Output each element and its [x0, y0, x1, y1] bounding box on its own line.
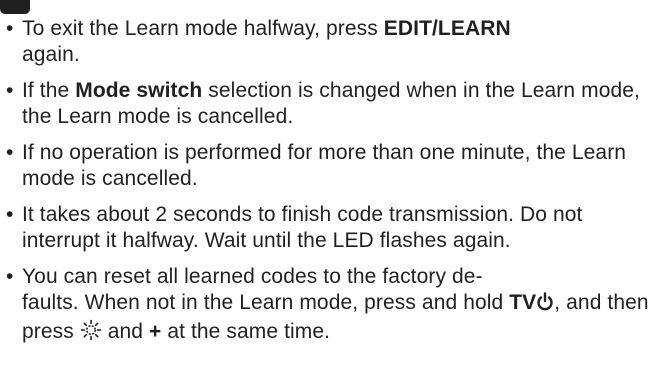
bullet: •	[6, 141, 14, 164]
note-text: faults. When not in the Learn mode, pres…	[22, 291, 510, 314]
note-text: If the	[22, 79, 76, 102]
note-item-timeout: • If no operation is performed for more …	[6, 140, 650, 192]
notes-list: • To exit the Learn mode halfway, press …	[6, 16, 650, 358]
note-marker	[0, 0, 30, 14]
bullet: •	[6, 79, 14, 102]
note-text: It takes about 2 seconds to finish code …	[22, 203, 583, 252]
note-text: You can reset all learned codes to the f…	[22, 265, 483, 288]
note-item-transmission: • It takes about 2 seconds to finish cod…	[6, 202, 650, 254]
power-icon	[536, 292, 554, 319]
note-item-reset: • You can reset all learned codes to the…	[6, 264, 650, 348]
mode-switch-label: Mode switch	[75, 79, 203, 102]
note-text: again.	[22, 43, 80, 66]
note-item-exit-learn: • To exit the Learn mode halfway, press …	[6, 16, 650, 68]
bullet: •	[6, 17, 14, 40]
edit-learn-key: EDIT/LEARN	[383, 17, 511, 40]
bullet: •	[6, 265, 14, 288]
note-text: at the same time.	[161, 320, 331, 343]
note-text: and	[101, 320, 150, 343]
brightness-icon	[80, 319, 102, 348]
note-text: If no operation is performed for more th…	[22, 141, 627, 190]
bullet: •	[6, 203, 14, 226]
note-item-mode-switch: • If the Mode switch selection is change…	[6, 78, 650, 130]
tv-key: TV	[509, 291, 537, 314]
note-text: To exit the Learn mode halfway, press	[22, 17, 384, 40]
plus-key: +	[149, 320, 162, 343]
